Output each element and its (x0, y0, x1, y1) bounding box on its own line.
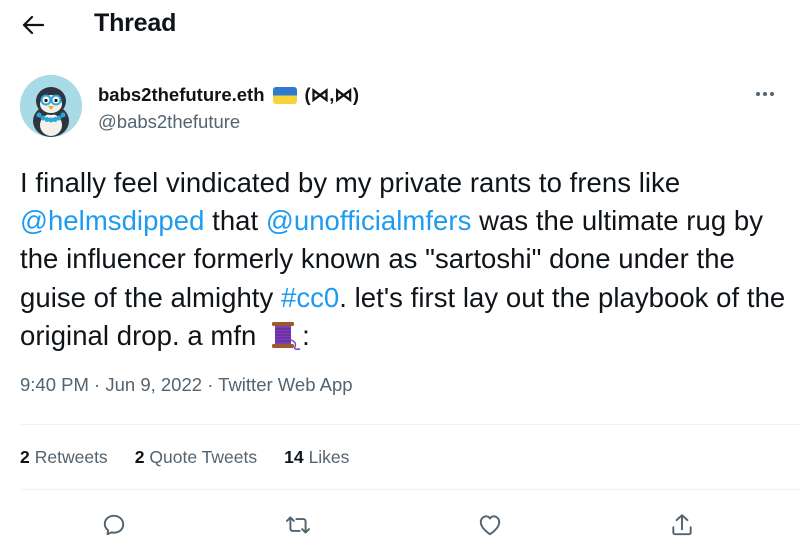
tweet-source[interactable]: Twitter Web App (218, 374, 352, 395)
tweet-text-segment: that (204, 205, 266, 237)
retweets-count: 2 (20, 447, 30, 467)
retweet-button[interactable] (278, 505, 318, 545)
share-button[interactable] (662, 505, 702, 545)
quote-tweets-count: 2 (134, 447, 145, 467)
tweet-text-segment: I finally feel vindicated by my private … (20, 167, 681, 198)
author-name-suffix: (⋈,⋈) (304, 84, 359, 105)
author-display-name[interactable]: babs2thefuture.eth (⋈,⋈) (98, 84, 359, 106)
tweet-actions (0, 505, 800, 545)
hashtag-cc0[interactable]: #cc0 (281, 282, 339, 313)
author-name-text: babs2thefuture.eth (98, 84, 265, 105)
like-button[interactable] (470, 505, 510, 545)
penguin-avatar (20, 75, 82, 137)
more-options-button[interactable] (751, 84, 779, 104)
likes-stat[interactable]: 14 Likes (284, 447, 349, 468)
ukraine-flag-icon (272, 86, 297, 104)
page-title: Thread (94, 9, 177, 37)
thread-header: Thread (0, 0, 800, 52)
thread-spool-icon (268, 320, 302, 350)
likes-label: Likes (308, 447, 350, 467)
retweets-label: Retweets (34, 447, 108, 467)
meta-separator: · (202, 374, 219, 395)
retweets-stat[interactable]: 2 Retweets (20, 447, 108, 468)
divider (20, 489, 800, 490)
like-icon (479, 515, 501, 536)
mention-unofficialmfers[interactable]: @unofficialmfers (266, 205, 472, 236)
retweet-icon (285, 516, 311, 534)
tweet-date[interactable]: Jun 9, 2022 (105, 374, 202, 395)
share-icon (672, 514, 692, 536)
tweet-stats: 2 Retweets 2 Quote Tweets 14 Likes (20, 447, 349, 468)
tweet-text-trailing: : (302, 319, 310, 351)
tweet-meta: 9:40 PM · Jun 9, 2022 · Twitter Web App (20, 374, 353, 396)
reply-icon (103, 514, 125, 536)
mention-helmsdipped[interactable]: @helmsdipped (20, 205, 204, 236)
meta-separator: · (88, 374, 106, 395)
divider (20, 424, 800, 425)
author-handle[interactable]: @babs2thefuture (98, 111, 240, 133)
tweet-time[interactable]: 9:40 PM (20, 374, 89, 395)
avatar[interactable] (20, 75, 82, 137)
tweet-text: I finally feel vindicated by my private … (20, 164, 790, 355)
back-button[interactable] (18, 10, 48, 40)
likes-count: 14 (284, 447, 304, 467)
arrow-left-icon (22, 15, 44, 35)
reply-button[interactable] (94, 505, 134, 545)
quote-tweets-label: Quote Tweets (149, 447, 258, 467)
more-dots-icon (756, 92, 774, 96)
quote-tweets-stat[interactable]: 2 Quote Tweets (135, 447, 257, 468)
